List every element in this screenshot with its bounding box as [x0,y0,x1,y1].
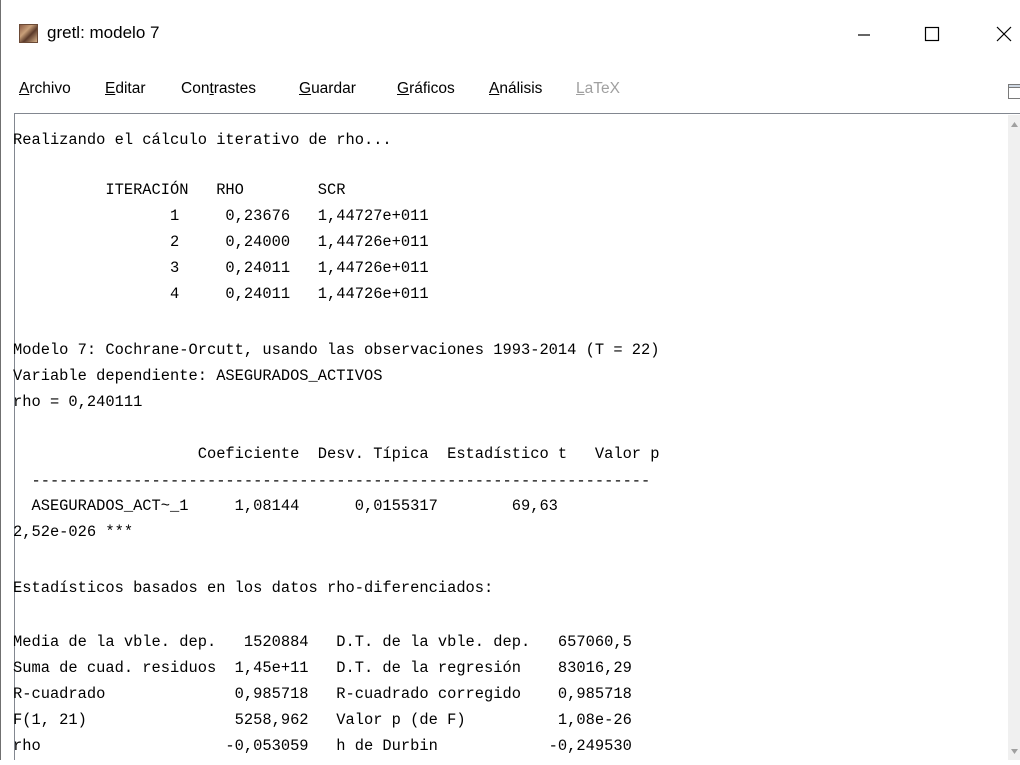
scrollbar-arrows [1008,115,1020,760]
output-line: Media de la vble. dep. 1520884 D.T. de l… [13,632,632,652]
menu-bar: Archivo Editar Contrastes Guardar Gráfic… [1,70,1020,110]
menu-contrastes[interactable]: Contrastes [181,80,256,98]
output-line: 2 0,24000 1,44726e+011 [13,232,429,252]
menu-analisis-mnemonic: A [489,80,499,97]
menu-contrastes-pre: Con [181,80,209,97]
vertical-scrollbar[interactable] [1008,115,1020,760]
output-line: Modelo 7: Cochrane-Orcutt, usando las ob… [13,340,660,360]
output-line: Suma de cuad. residuos 1,45e+11 D.T. de … [13,658,632,678]
output-line: ITERACIÓN RHO SCR [13,180,346,200]
menu-editar-rest: ditar [115,80,145,97]
output-line: F(1, 21) 5258,962 Valor p (de F) 1,08e-2… [13,710,632,730]
maximize-icon [924,26,940,42]
output-line: Coeficiente Desv. Típica Estadístico t V… [13,444,660,464]
menu-guardar-rest: uardar [311,80,356,97]
menu-graficos[interactable]: Gráficos [397,80,455,98]
output-line: R-cuadrado 0,985718 R-cuadrado corregido… [13,684,632,704]
menu-latex[interactable]: LaTeX [576,80,620,98]
menu-archivo-mnemonic: A [19,80,29,97]
menu-archivo-rest: rchivo [29,80,70,97]
output-line: 4 0,24011 1,44726e+011 [13,284,429,304]
menu-guardar-mnemonic: G [299,80,311,97]
output-line: 1 0,23676 1,44727e+011 [13,206,429,226]
menu-editar[interactable]: Editar [105,80,146,98]
gretl-model-window: gretl: modelo 7 Archivo Editar Contraste… [0,0,1020,760]
menu-archivo[interactable]: Archivo [19,80,71,98]
menu-analisis-rest: nálisis [499,80,542,97]
menu-graficos-rest: ráficos [409,80,455,97]
menu-analisis[interactable]: Análisis [489,80,542,98]
output-line: 3 0,24011 1,44726e+011 [13,258,429,278]
output-line: ASEGURADOS_ACT~_1 1,08144 0,0155317 69,6… [13,496,558,516]
menu-editar-mnemonic: E [105,80,115,97]
title-bar[interactable]: gretl: modelo 7 [1,0,1020,70]
output-line: ----------------------------------------… [13,471,650,491]
output-line: rho -0,053059 h de Durbin -0,249530 [13,736,632,756]
menu-guardar[interactable]: Guardar [299,80,356,98]
close-icon [996,26,1012,42]
close-button[interactable] [986,12,1020,56]
menu-latex-rest: aTeX [585,80,620,97]
menu-graficos-mnemonic: G [397,80,409,97]
output-line: Estadísticos basados en los datos rho-di… [13,578,493,598]
toolbar-window-icon[interactable] [1005,80,1020,102]
minimize-button[interactable] [841,12,887,56]
output-line: Variable dependiente: ASEGURADOS_ACTIVOS [13,366,382,386]
output-line: rho = 0,240111 [13,392,142,412]
menu-contrastes-rest: rastes [214,80,256,97]
window-title: gretl: modelo 7 [47,23,159,43]
minimize-icon [857,27,871,41]
menu-latex-mnemonic: L [576,80,585,97]
output-line: 2,52e-026 *** [13,522,133,542]
output-line: Realizando el cálculo iterativo de rho..… [13,130,392,150]
maximize-button[interactable] [909,12,955,56]
gretl-app-icon [19,24,38,43]
